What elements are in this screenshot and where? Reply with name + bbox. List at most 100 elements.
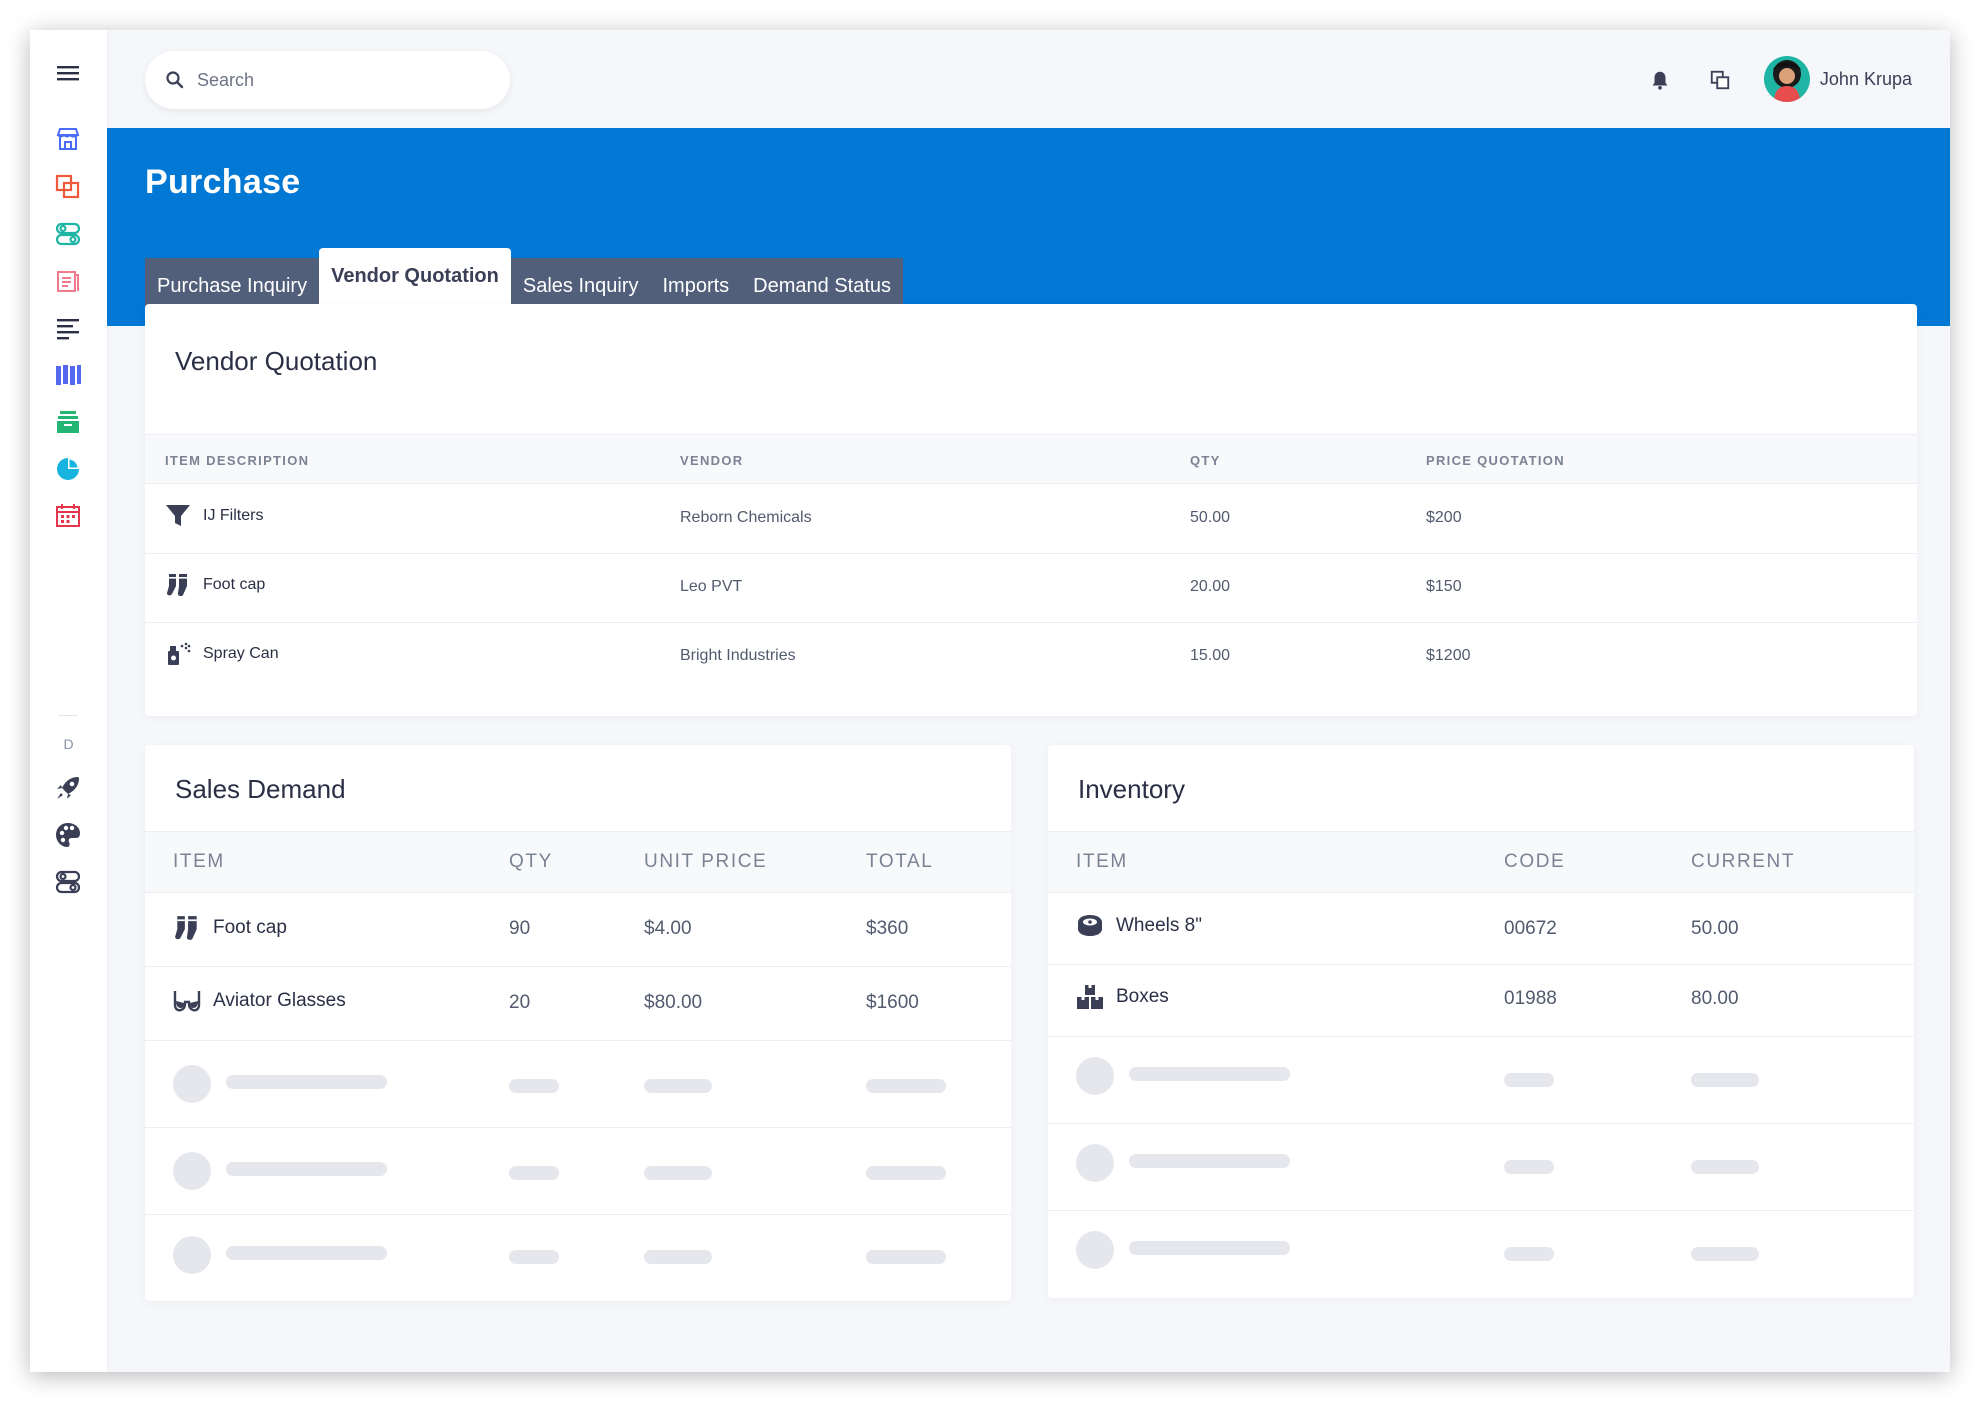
- qty-value: 50.00: [1190, 509, 1231, 526]
- unit-price-value: $80.00: [644, 992, 703, 1013]
- app-frame: D John Krupa Purchase Purchase Inquiry V…: [30, 30, 1950, 1372]
- column-header: PRICE QUOTATION: [1426, 453, 1565, 468]
- column-header: VENDOR: [680, 453, 744, 468]
- skeleton-placeholder: [509, 1079, 559, 1093]
- table-row[interactable]: Boxes 01988 80.00: [1048, 965, 1914, 1037]
- vendor-name: Reborn Chemicals: [680, 509, 812, 526]
- skeleton-placeholder: [1076, 1057, 1114, 1095]
- column-header: ITEM DESCRIPTION: [165, 453, 310, 468]
- table-header: ITEM DESCRIPTION VENDOR QTY PRICE QUOTAT…: [145, 434, 1917, 484]
- column-header: TOTAL: [866, 851, 934, 872]
- column-header: QTY: [509, 851, 553, 872]
- skeleton-row: [145, 1041, 1011, 1128]
- price-value: $150: [1426, 578, 1462, 595]
- skeleton-placeholder: [1504, 1073, 1554, 1087]
- skeleton-placeholder: [226, 1075, 387, 1089]
- rocket-icon[interactable]: [51, 771, 85, 805]
- total-value: $360: [866, 918, 909, 939]
- column-header: CODE: [1504, 851, 1566, 872]
- skeleton-placeholder: [1504, 1160, 1554, 1174]
- socks-icon: [167, 574, 187, 597]
- palette-icon[interactable]: [51, 818, 85, 852]
- vendor-name: Bright Industries: [680, 647, 796, 664]
- table-header: ITEM CODE CURRENT: [1048, 831, 1914, 893]
- skeleton-placeholder: [1076, 1231, 1114, 1269]
- align-left-icon[interactable]: [51, 311, 85, 345]
- item-description: IJ Filters: [203, 507, 264, 524]
- table-row[interactable]: Foot cap 90 $4.00 $360: [145, 894, 1011, 967]
- skeleton-placeholder: [866, 1166, 946, 1180]
- store-icon[interactable]: [51, 122, 85, 156]
- column-header: CURRENT: [1691, 851, 1796, 872]
- archive-icon[interactable]: [51, 405, 85, 439]
- skeleton-row: [145, 1215, 1011, 1301]
- search-icon: [166, 71, 184, 89]
- column-header: QTY: [1190, 453, 1221, 468]
- table-row[interactable]: Foot cap Leo PVT 20.00 $150: [145, 554, 1917, 623]
- skeleton-placeholder: [226, 1162, 387, 1176]
- table-row[interactable]: Wheels 8" 00672 50.00: [1048, 894, 1914, 965]
- page-title: Purchase: [145, 163, 301, 201]
- skeleton-placeholder: [866, 1250, 946, 1264]
- table-row[interactable]: Spray Can Bright Industries 15.00 $1200: [145, 623, 1917, 692]
- wheel-icon: [1078, 915, 1102, 936]
- table-header: ITEM QTY UNIT PRICE TOTAL: [145, 831, 1011, 893]
- calendar-icon[interactable]: [51, 499, 85, 533]
- code-value: 01988: [1504, 988, 1557, 1009]
- total-value: $1600: [866, 992, 919, 1013]
- user-name: John Krupa: [1819, 68, 1912, 89]
- skeleton-placeholder: [1129, 1241, 1290, 1255]
- item-name: Boxes: [1116, 986, 1169, 1007]
- price-value: $200: [1426, 509, 1462, 526]
- skeleton-placeholder: [1504, 1247, 1554, 1261]
- card-title: Vendor Quotation: [175, 346, 378, 376]
- toggles-icon[interactable]: [51, 865, 85, 899]
- code-value: 00672: [1504, 918, 1557, 939]
- search-input[interactable]: [197, 69, 477, 91]
- skeleton-placeholder: [866, 1079, 946, 1093]
- socks-icon: [175, 916, 197, 940]
- search-box[interactable]: [145, 51, 510, 109]
- skeleton-row: [145, 1128, 1011, 1215]
- sales-demand-card: Sales Demand ITEM QTY UNIT PRICE TOTAL F…: [145, 745, 1011, 1301]
- sidebar-section-label: D: [63, 736, 74, 752]
- column-header: ITEM: [1076, 851, 1128, 872]
- toggles-icon[interactable]: [51, 217, 85, 251]
- item-description: Spray Can: [203, 645, 279, 662]
- windows-icon[interactable]: [1706, 66, 1734, 94]
- avatar: [1763, 56, 1810, 102]
- bell-icon[interactable]: [1646, 66, 1674, 94]
- copy-icon[interactable]: [51, 170, 85, 204]
- unit-price-value: $4.00: [644, 918, 692, 939]
- skeleton-placeholder: [1076, 1144, 1114, 1182]
- table-row[interactable]: IJ Filters Reborn Chemicals 50.00 $200: [145, 485, 1917, 554]
- column-header: UNIT PRICE: [644, 851, 768, 872]
- price-value: $1200: [1426, 647, 1471, 664]
- item-name: Foot cap: [213, 917, 287, 938]
- qty-value: 90: [509, 918, 531, 939]
- skeleton-placeholder: [644, 1166, 712, 1180]
- current-value: 80.00: [1691, 988, 1739, 1009]
- document-icon[interactable]: [51, 264, 85, 298]
- table-row[interactable]: Aviator Glasses 20 $80.00 $1600: [145, 967, 1011, 1041]
- user-menu[interactable]: John Krupa: [1763, 56, 1912, 102]
- menu-icon[interactable]: [51, 56, 85, 90]
- card-title: Sales Demand: [175, 774, 346, 804]
- skeleton-placeholder: [1129, 1154, 1290, 1168]
- filter-icon: [166, 505, 190, 526]
- qty-value: 20: [509, 992, 531, 1013]
- skeleton-placeholder: [509, 1166, 559, 1180]
- inventory-card: Inventory ITEM CODE CURRENT Wheels 8" 00…: [1048, 745, 1914, 1298]
- vendor-name: Leo PVT: [680, 578, 743, 595]
- skeleton-placeholder: [509, 1250, 559, 1264]
- card-title: Inventory: [1078, 774, 1185, 804]
- skeleton-row: [1048, 1211, 1914, 1298]
- skeleton-placeholder: [644, 1250, 712, 1264]
- skeleton-placeholder: [644, 1079, 712, 1093]
- columns-icon[interactable]: [51, 358, 85, 392]
- vendor-quotation-card: Vendor Quotation ITEM DESCRIPTION VENDOR…: [145, 304, 1917, 716]
- sidebar-divider: [58, 715, 78, 716]
- pie-chart-icon[interactable]: [51, 452, 85, 486]
- column-header: ITEM: [173, 851, 225, 872]
- boxes-icon: [1077, 985, 1103, 1009]
